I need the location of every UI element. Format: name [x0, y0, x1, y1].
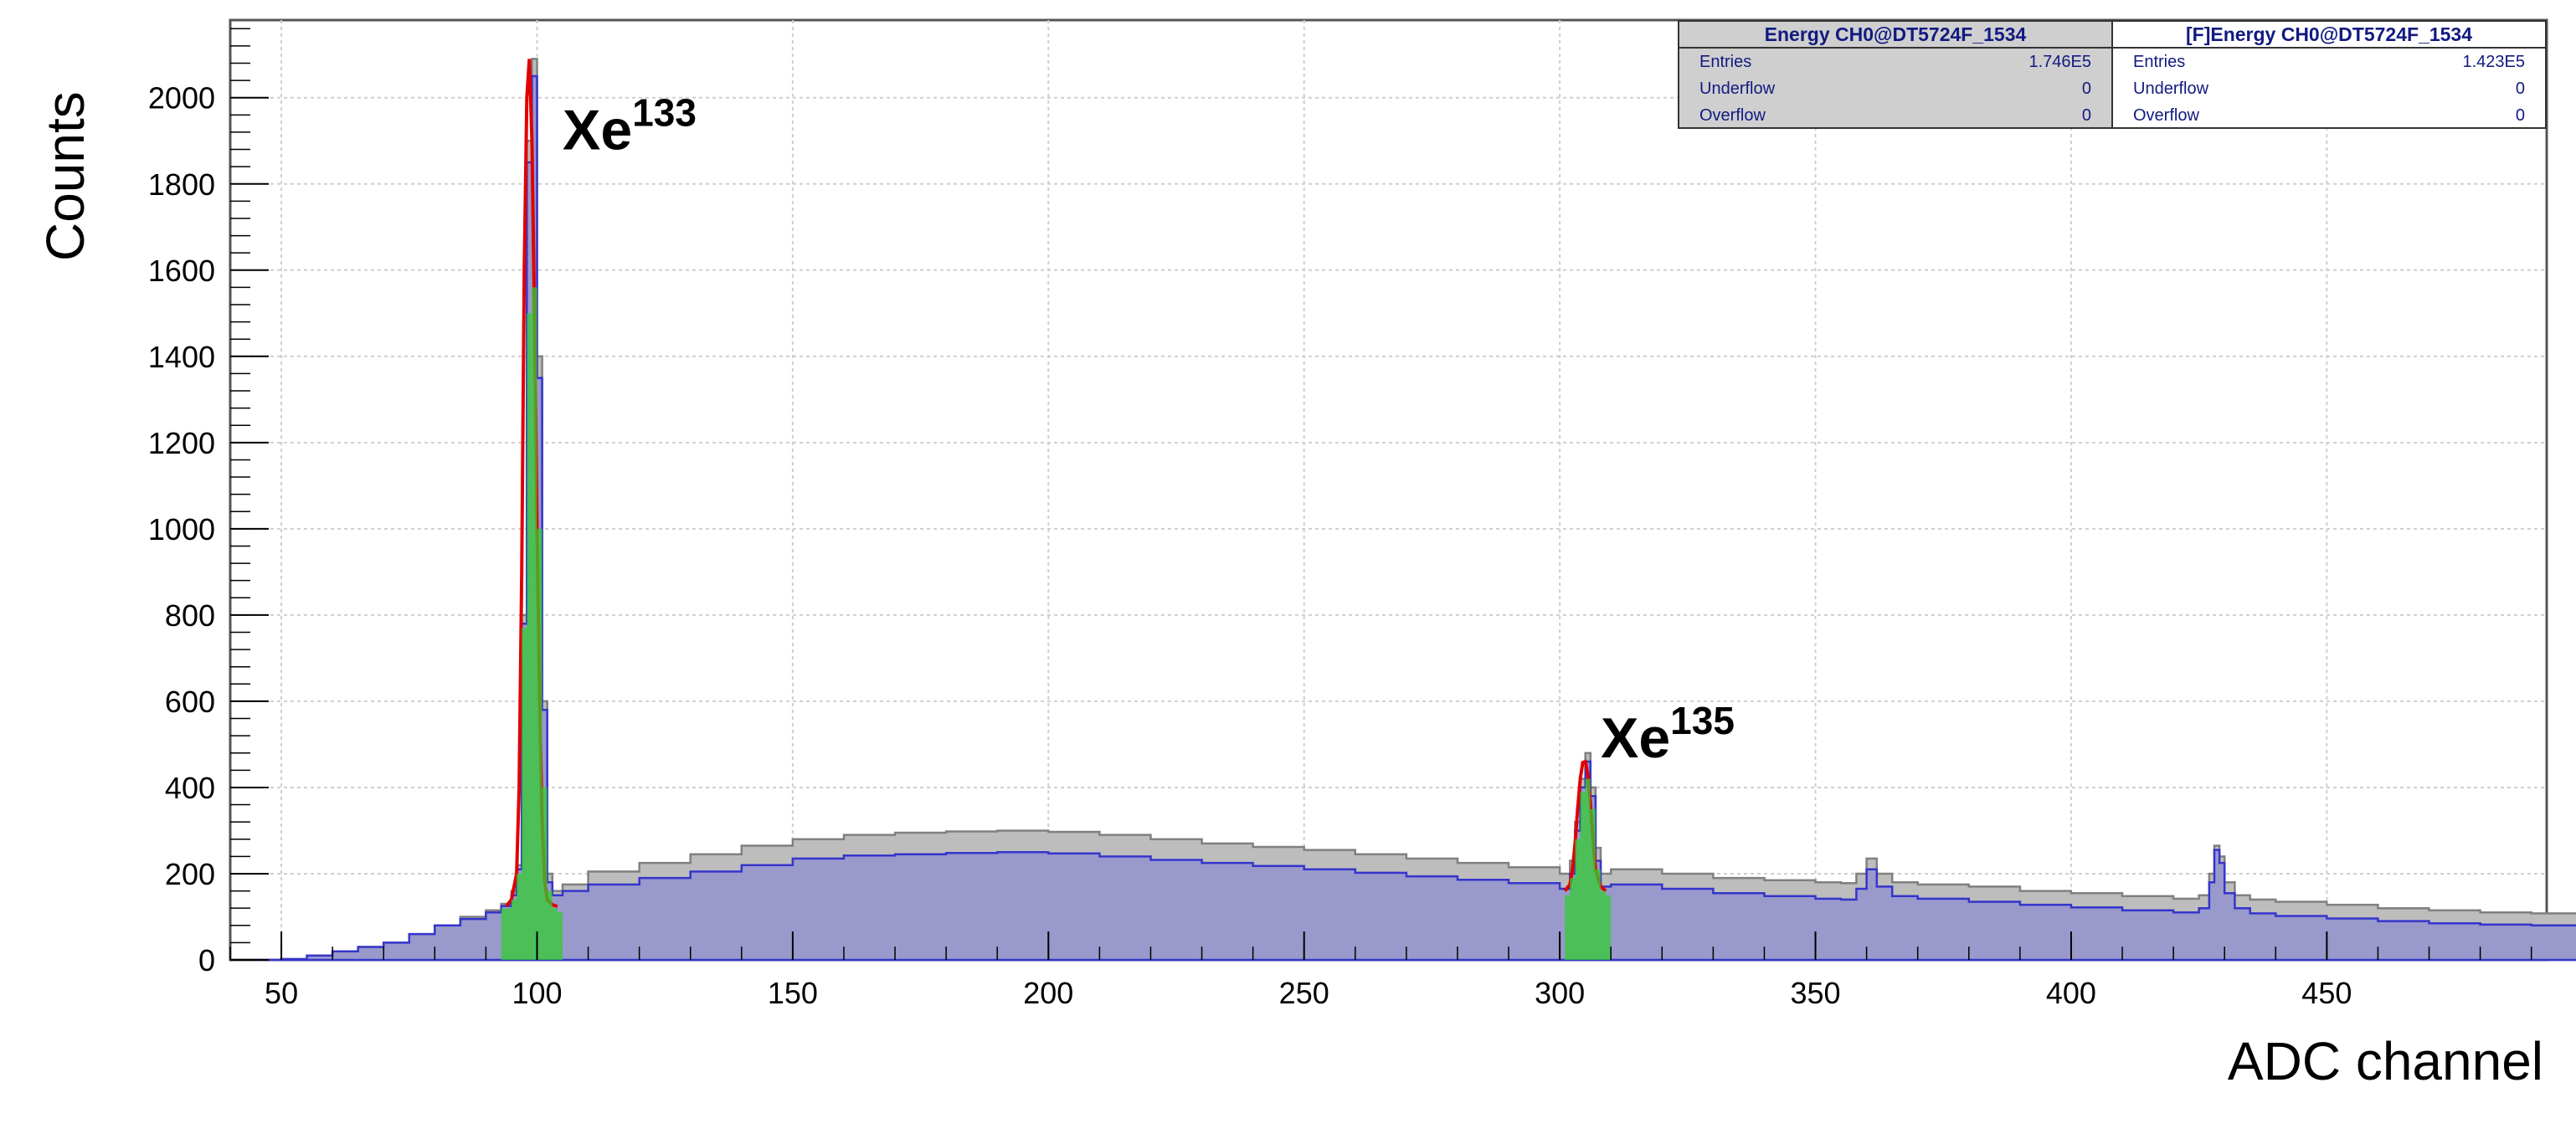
stats-row-overflow: Overflow 0	[1679, 102, 2111, 129]
stats-title: Energy CH0@DT5724F_1534	[1679, 22, 2111, 49]
stats-row-underflow: Underflow 0	[2113, 75, 2545, 102]
stats-label: Entries	[2133, 53, 2186, 71]
stats-box-energy: Energy CH0@DT5724F_1534 Entries 1.746E5 U…	[1678, 20, 2113, 129]
x-tick-label: 100	[512, 976, 562, 1010]
x-tick-label: 200	[1023, 976, 1073, 1010]
peak-annotations: Xe133 Xe135	[563, 91, 1735, 770]
peak-label-0: Xe133	[563, 91, 697, 162]
stats-box-filtered-energy: [F]Energy CH0@DT5724F_1534 Entries 1.423E…	[2111, 20, 2547, 129]
stats-value: 0	[2081, 106, 2091, 125]
histogram-0	[255, 58, 2576, 962]
series-layer	[255, 58, 2576, 962]
stats-value: 1.746E5	[2028, 53, 2091, 71]
y-tick-label: 1600	[148, 254, 215, 288]
x-tick-label: 350	[1790, 976, 1840, 1010]
x-tick-label: 300	[1535, 976, 1585, 1010]
stats-label: Underflow	[2133, 80, 2209, 98]
stats-value: 0	[2081, 80, 2091, 98]
stats-label: Overflow	[1699, 106, 1766, 125]
x-tick-label: 450	[2301, 976, 2352, 1010]
stats-value: 1.423E5	[2462, 53, 2525, 71]
x-axis-label: ADC channel	[2228, 1031, 2543, 1091]
y-tick-label: 800	[165, 598, 215, 633]
y-tick-label: 1800	[148, 167, 215, 202]
stats-label: Overflow	[2133, 106, 2199, 125]
stats-label: Underflow	[1699, 80, 1776, 98]
x-tick-label: 250	[1279, 976, 1329, 1010]
y-tick-label: 2000	[148, 81, 215, 115]
stats-row-underflow: Underflow 0	[1679, 75, 2111, 102]
peak-region-4	[501, 287, 563, 960]
stats-title: [F]Energy CH0@DT5724F_1534	[2113, 22, 2545, 49]
stats-value: 0	[2515, 80, 2525, 98]
spectrum-chart: 50 100 150 200 250 300 350 400 450 0 200 400 600 800 1…	[35, 18, 2576, 1091]
x-tick-label: 400	[2046, 976, 2096, 1010]
peak-label-1: Xe135	[1601, 699, 1735, 770]
stats-label: Entries	[1699, 53, 1752, 71]
x-tick-label: 50	[265, 976, 298, 1010]
stats-row-overflow: Overflow 0	[2113, 102, 2545, 129]
y-tick-label: 400	[165, 771, 215, 805]
stats-row-entries: Entries 1.746E5	[1679, 49, 2111, 75]
y-tick-label: 200	[165, 857, 215, 891]
histogram-1	[255, 74, 2576, 962]
y-tick-label: 1400	[148, 340, 215, 374]
x-tick-label: 150	[768, 976, 818, 1010]
y-tick-label: 0	[198, 943, 215, 977]
y-tick-label: 1200	[148, 426, 215, 460]
y-axis-label: Counts	[35, 91, 95, 261]
y-tick-label: 1000	[148, 512, 215, 546]
stats-row-entries: Entries 1.423E5	[2113, 49, 2545, 75]
stats-value: 0	[2515, 106, 2525, 125]
y-tick-label: 600	[165, 685, 215, 719]
